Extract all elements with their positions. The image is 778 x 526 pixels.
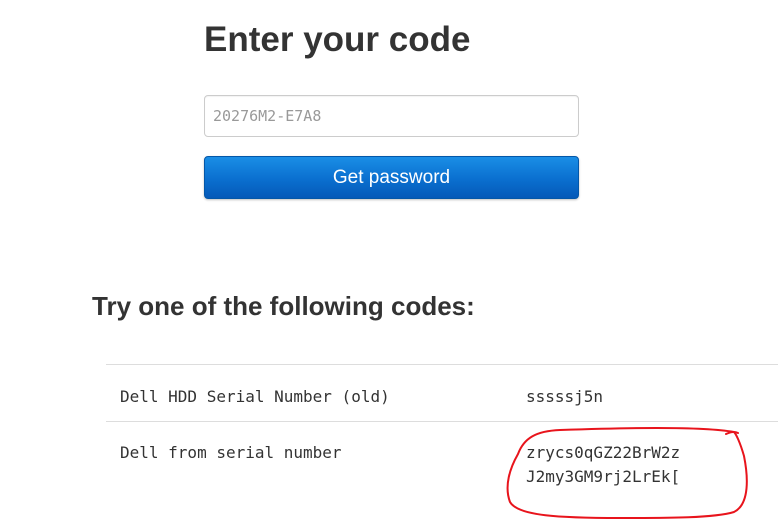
get-password-button[interactable]: Get password [204, 156, 579, 199]
code-type-label: Dell HDD Serial Number (old) [106, 364, 526, 422]
code-value: sssssj5n [526, 364, 778, 422]
codes-table: Dell HDD Serial Number (old) sssssj5n De… [106, 364, 778, 522]
code-line: sssssj5n [526, 387, 604, 406]
table-row: Dell from serial number zrycs0qGZ22BrW2z… [106, 421, 778, 522]
table-row: Dell HDD Serial Number (old) sssssj5n [106, 364, 778, 422]
page-title: Enter your code [204, 20, 471, 59]
code-value: zrycs0qGZ22BrW2z J2my3GM9rj2LrEk[ [526, 421, 778, 522]
code-input[interactable] [204, 95, 579, 137]
code-type-text: Dell HDD Serial Number (old) [120, 387, 390, 406]
code-type-text: Dell from serial number [120, 443, 342, 462]
code-line: J2my3GM9rj2LrEk[ [526, 467, 681, 486]
codes-heading: Try one of the following codes: [92, 291, 475, 321]
code-line: zrycs0qGZ22BrW2z [526, 443, 681, 462]
code-type-label: Dell from serial number [106, 421, 526, 522]
